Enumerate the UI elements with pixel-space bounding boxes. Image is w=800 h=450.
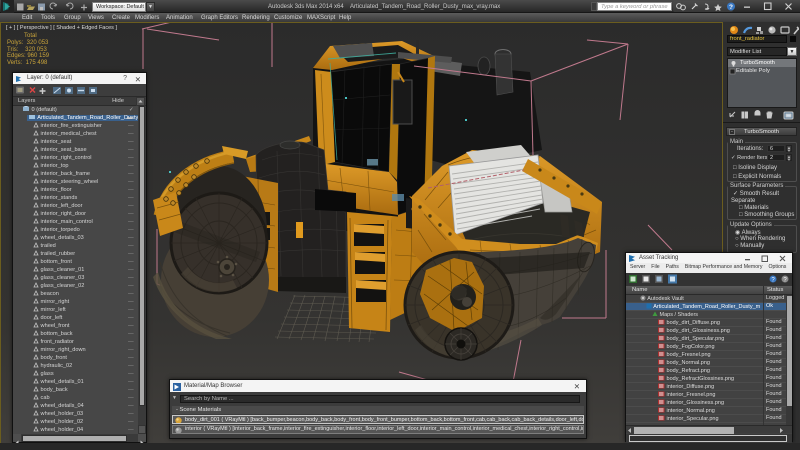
svg-text:?: ? (729, 4, 733, 11)
